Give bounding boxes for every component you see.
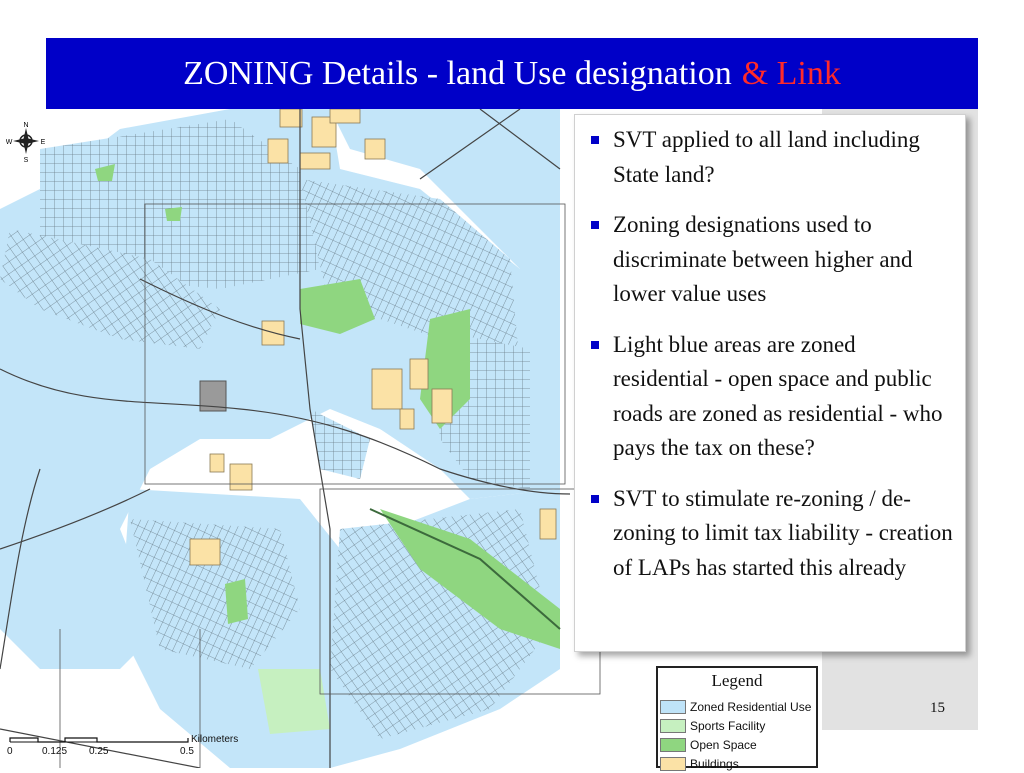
- legend-swatch: [660, 699, 686, 714]
- compass-n: N: [23, 122, 28, 129]
- bullet-item: Zoning designations used to discriminate…: [589, 208, 955, 312]
- legend-item: Sports Facility: [658, 716, 816, 735]
- compass-e: E: [41, 139, 46, 146]
- bullet-icon: [591, 494, 599, 503]
- legend-item: Open Space: [658, 735, 816, 754]
- bullet-item: SVT to stimulate re-zoning / de-zoning t…: [589, 482, 955, 586]
- bullet-icon: [591, 340, 599, 349]
- legend-label: Open Space: [690, 737, 757, 752]
- bullet-item: Light blue areas are zoned residential -…: [589, 328, 955, 466]
- compass-w: W: [6, 139, 13, 146]
- legend-swatch: [660, 718, 686, 733]
- bullet-list: SVT applied to all land including State …: [575, 115, 965, 585]
- page-number: 15: [930, 700, 945, 716]
- bullet-text: Zoning designations used to discriminate…: [613, 212, 913, 306]
- legend-label: Zoned Residential Use: [690, 699, 812, 714]
- bullet-item: SVT applied to all land including State …: [589, 123, 955, 192]
- bullet-icon: [591, 221, 599, 229]
- scale-tick-label: 0.25: [89, 746, 109, 757]
- legend-item: Buildings: [658, 754, 816, 773]
- bullet-panel: SVT applied to all land including State …: [574, 114, 966, 652]
- bullet-text: SVT applied to all land including State …: [613, 127, 920, 187]
- sports-facility-south: [258, 669, 330, 734]
- legend-label: Sports Facility: [690, 718, 766, 733]
- legend-swatch: [660, 756, 686, 771]
- bullet-text: SVT to stimulate re-zoning / de-zoning t…: [613, 485, 953, 580]
- title-text: ZONING Details - land Use designation: [183, 54, 732, 92]
- scale-tick-label: 0.125: [42, 746, 68, 757]
- legend-label: Buildings: [690, 756, 739, 771]
- scale-unit: Kilometers: [191, 734, 239, 745]
- bullet-text: Light blue areas are zoned residential -…: [613, 331, 943, 461]
- title-link-text[interactable]: & Link: [742, 55, 841, 93]
- legend-title: Legend: [711, 671, 763, 690]
- open-space-south: [225, 579, 248, 624]
- slide-title: ZONING Details - land Use designation & …: [46, 38, 978, 109]
- north-arrow-icon: N S E W: [6, 120, 46, 164]
- scale-bar: 0 0.125 0.25 0.5 Kilometers: [0, 730, 250, 768]
- compass-s: S: [24, 157, 29, 162]
- scale-tick-label: 0.5: [180, 746, 194, 757]
- scale-tick-label: 0: [7, 746, 13, 757]
- legend-swatch: [660, 737, 686, 752]
- map-legend: Legend Zoned Residential Use Sports Faci…: [656, 666, 818, 771]
- bullet-icon: [591, 136, 599, 144]
- legend-item: Zoned Residential Use: [658, 697, 816, 716]
